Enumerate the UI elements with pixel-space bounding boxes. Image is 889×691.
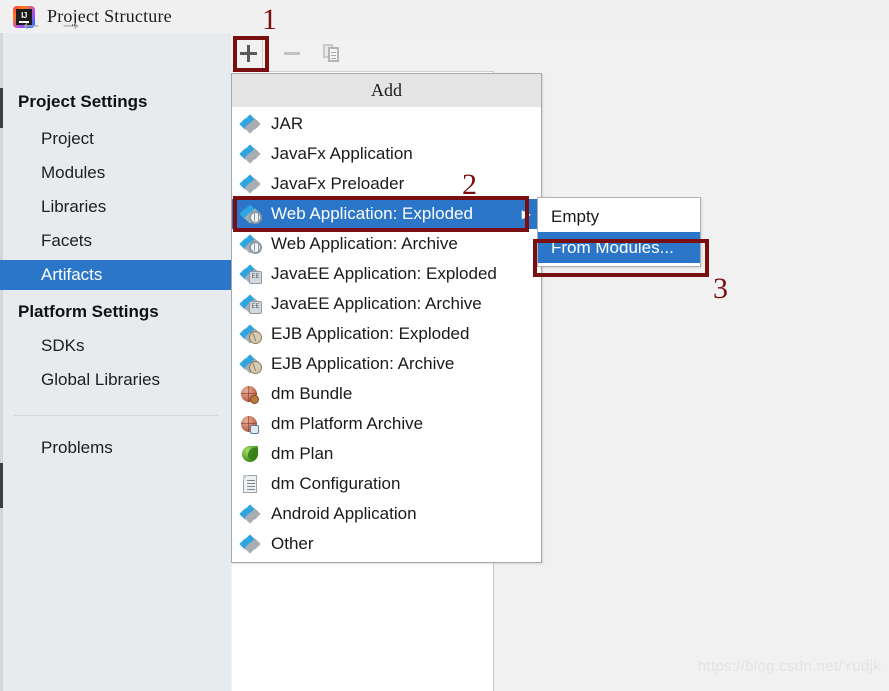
- sidebar-item-artifacts[interactable]: Artifacts: [0, 260, 231, 290]
- menu-item-label: JavaFx Preloader: [271, 174, 404, 194]
- web-artifact-icon: [241, 234, 263, 254]
- add-menu-header: Add: [232, 74, 541, 107]
- menu-item-android-application[interactable]: Android Application: [232, 499, 541, 529]
- ejb-artifact-icon: [241, 354, 263, 374]
- menu-item-label: EJB Application: Exploded: [271, 324, 469, 344]
- arrow-right-icon[interactable]: →: [52, 7, 90, 37]
- menu-item-javafx-preloader[interactable]: JavaFx Preloader: [232, 169, 541, 199]
- add-artifact-button[interactable]: [233, 38, 263, 68]
- menu-item-label: dm Bundle: [271, 384, 352, 404]
- menu-item-dm-plan[interactable]: dm Plan: [232, 439, 541, 469]
- menu-item-label: Android Application: [271, 504, 417, 524]
- submenu-item-from-modules[interactable]: From Modules...: [538, 232, 700, 263]
- menu-item-javaee-application-exploded[interactable]: EE JavaEE Application: Exploded: [232, 259, 541, 289]
- diamonds-icon: [241, 174, 263, 194]
- sidebar-item-project[interactable]: Project: [0, 124, 231, 154]
- menu-item-web-application-archive[interactable]: Web Application: Archive: [232, 229, 541, 259]
- sidebar-item-problems[interactable]: Problems: [0, 433, 231, 463]
- copy-icon: [323, 44, 340, 62]
- menu-item-dm-bundle[interactable]: dm Bundle: [232, 379, 541, 409]
- menu-item-ejb-application-exploded[interactable]: EJB Application: Exploded: [232, 319, 541, 349]
- menu-item-label: dm Plan: [271, 444, 333, 464]
- menu-item-javaee-application-archive[interactable]: EE JavaEE Application: Archive: [232, 289, 541, 319]
- submenu-item-empty[interactable]: Empty: [538, 201, 700, 232]
- artifacts-toolbar: [231, 35, 493, 71]
- ejb-artifact-icon: [241, 324, 263, 344]
- annotation-number-2: 2: [462, 170, 477, 200]
- diamonds-icon: [241, 114, 263, 134]
- menu-item-label: Web Application: Archive: [271, 234, 458, 254]
- sidebar-nav-buttons: ← →: [0, 0, 231, 44]
- menu-item-label: EJB Application: Archive: [271, 354, 454, 374]
- annotation-number-3: 3: [713, 274, 728, 304]
- menu-item-label: JavaEE Application: Exploded: [271, 264, 497, 284]
- menu-item-label: JAR: [271, 114, 303, 134]
- javaee-artifact-icon: EE: [241, 294, 263, 314]
- menu-item-other[interactable]: Other: [232, 529, 541, 559]
- plus-icon: [240, 45, 257, 62]
- watermark-text: https://blog.csdn.net/Yudjk: [698, 658, 881, 675]
- sidebar-group-project-settings: Project Settings: [0, 87, 231, 117]
- minus-icon: [284, 52, 300, 55]
- remove-artifact-button[interactable]: [277, 38, 307, 68]
- diamonds-icon: [241, 504, 263, 524]
- dm-config-icon: [241, 474, 263, 494]
- menu-item-label: JavaFx Application: [271, 144, 413, 164]
- dm-bundle-icon: [241, 384, 263, 404]
- arrow-left-icon[interactable]: ←: [12, 7, 50, 37]
- add-menu-item-list: JAR JavaFx Application JavaFx Preloader …: [232, 107, 541, 562]
- sidebar-divider: [14, 415, 218, 416]
- copy-artifact-button[interactable]: [316, 38, 346, 68]
- menu-item-label: dm Configuration: [271, 474, 400, 494]
- annotation-number-1: 1: [262, 5, 277, 35]
- web-application-exploded-submenu: Empty From Modules...: [537, 197, 701, 267]
- menu-item-label: Web Application: Exploded: [271, 204, 473, 224]
- add-artifact-popup-menu: Add JAR JavaFx Application JavaFx Preloa…: [231, 73, 542, 563]
- menu-item-label: dm Platform Archive: [271, 414, 423, 434]
- menu-item-web-application-exploded[interactable]: Web Application: Exploded ▶: [232, 199, 541, 229]
- dm-platform-icon: [241, 414, 263, 434]
- diamonds-icon: [241, 534, 263, 554]
- chevron-right-icon: ▶: [522, 208, 531, 220]
- menu-item-label: Other: [271, 534, 314, 554]
- menu-item-dm-platform-archive[interactable]: dm Platform Archive: [232, 409, 541, 439]
- dm-plan-icon: [241, 444, 263, 464]
- sidebar-item-global-libraries[interactable]: Global Libraries: [0, 365, 231, 395]
- diamonds-icon: [241, 144, 263, 164]
- sidebar-item-sdks[interactable]: SDKs: [0, 331, 231, 361]
- menu-item-jar[interactable]: JAR: [232, 109, 541, 139]
- sidebar-item-libraries[interactable]: Libraries: [0, 192, 231, 222]
- javaee-artifact-icon: EE: [241, 264, 263, 284]
- sidebar-item-facets[interactable]: Facets: [0, 226, 231, 256]
- menu-item-ejb-application-archive[interactable]: EJB Application: Archive: [232, 349, 541, 379]
- web-artifact-icon: [241, 204, 263, 224]
- menu-item-javafx-application[interactable]: JavaFx Application: [232, 139, 541, 169]
- sidebar-item-modules[interactable]: Modules: [0, 158, 231, 188]
- sidebar-group-platform-settings: Platform Settings: [0, 297, 231, 327]
- menu-item-dm-configuration[interactable]: dm Configuration: [232, 469, 541, 499]
- menu-item-label: JavaEE Application: Archive: [271, 294, 482, 314]
